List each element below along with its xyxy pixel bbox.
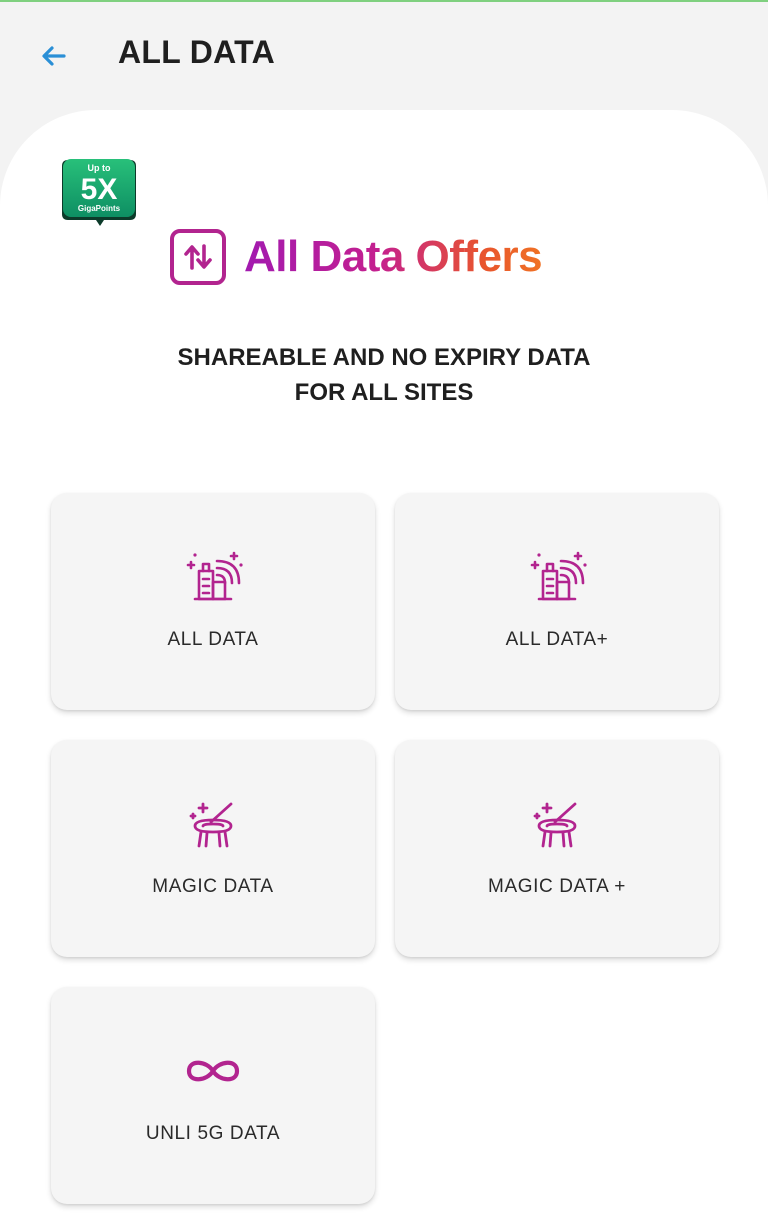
gigapoints-badge: Up to 5X GigaPoints [60, 158, 138, 228]
brand-title: All Data Offers [244, 232, 543, 281]
page-title: ALL DATA [118, 34, 276, 70]
city-signal-icon [51, 549, 375, 605]
card-label: MAGIC DATA [152, 876, 274, 897]
card-unli-5g-data[interactable]: UNLI 5G DATA [51, 987, 375, 1204]
arrow-left-icon [42, 46, 66, 66]
up-down-arrows-icon [170, 229, 226, 285]
card-magic-data[interactable]: MAGIC DATA [51, 740, 375, 957]
card-label: MAGIC DATA + [488, 876, 626, 897]
city-signal-icon [395, 549, 719, 605]
card-all-data-plus[interactable]: ALL DATA+ [395, 493, 719, 710]
magic-hat-icon [395, 796, 719, 852]
brand-banner: All Data Offers [170, 226, 543, 288]
badge-top-text: Up to [88, 163, 111, 173]
infinity-icon [51, 1043, 375, 1099]
offer-subtitle: SHAREABLE AND NO EXPIRY DATA FOR ALL SIT… [0, 340, 768, 410]
card-label: UNLI 5G DATA [145, 1123, 281, 1144]
back-button[interactable] [34, 36, 74, 76]
card-label: ALL DATA [167, 629, 259, 650]
subtitle-line-2: FOR ALL SITES [294, 379, 474, 406]
app-header: ALL DATA [0, 2, 768, 102]
subtitle-line-1: SHAREABLE AND NO EXPIRY DATA [177, 344, 591, 371]
badge-bottom-text: GigaPoints [78, 204, 121, 213]
card-all-data[interactable]: ALL DATA [51, 493, 375, 710]
badge-multiplier: 5X [81, 173, 118, 206]
card-label: ALL DATA+ [505, 629, 609, 650]
magic-hat-icon [51, 796, 375, 852]
card-magic-data-plus[interactable]: MAGIC DATA + [395, 740, 719, 957]
